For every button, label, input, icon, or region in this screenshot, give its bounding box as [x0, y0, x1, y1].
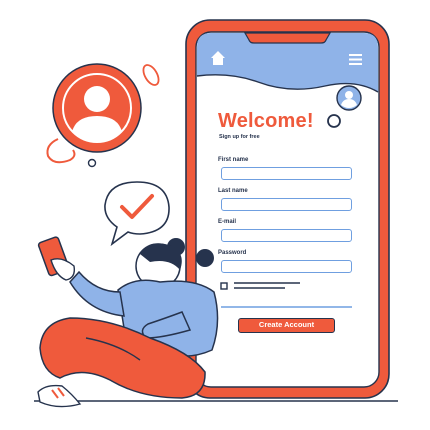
user-avatar-icon[interactable]: [336, 85, 362, 111]
last-name-label: Last name: [218, 188, 248, 194]
password-input[interactable]: [221, 260, 352, 273]
signup-subtitle: Sign up for free: [219, 134, 260, 140]
email-input[interactable]: [221, 229, 352, 242]
last-name-input[interactable]: [221, 198, 352, 211]
first-name-input[interactable]: [221, 167, 352, 180]
welcome-title: Welcome!: [218, 110, 314, 132]
create-account-button[interactable]: Create Account: [238, 318, 335, 333]
password-label: Password: [218, 250, 247, 256]
user-profile-icon: [52, 63, 142, 153]
phone-notch: [243, 32, 332, 44]
speech-bubble: [104, 181, 170, 247]
email-label: E-mail: [218, 219, 237, 225]
signup-illustration: [34, 19, 398, 408]
first-name-label: First name: [218, 157, 249, 163]
decor-petal: [142, 64, 160, 86]
decor-dot: [87, 158, 97, 168]
